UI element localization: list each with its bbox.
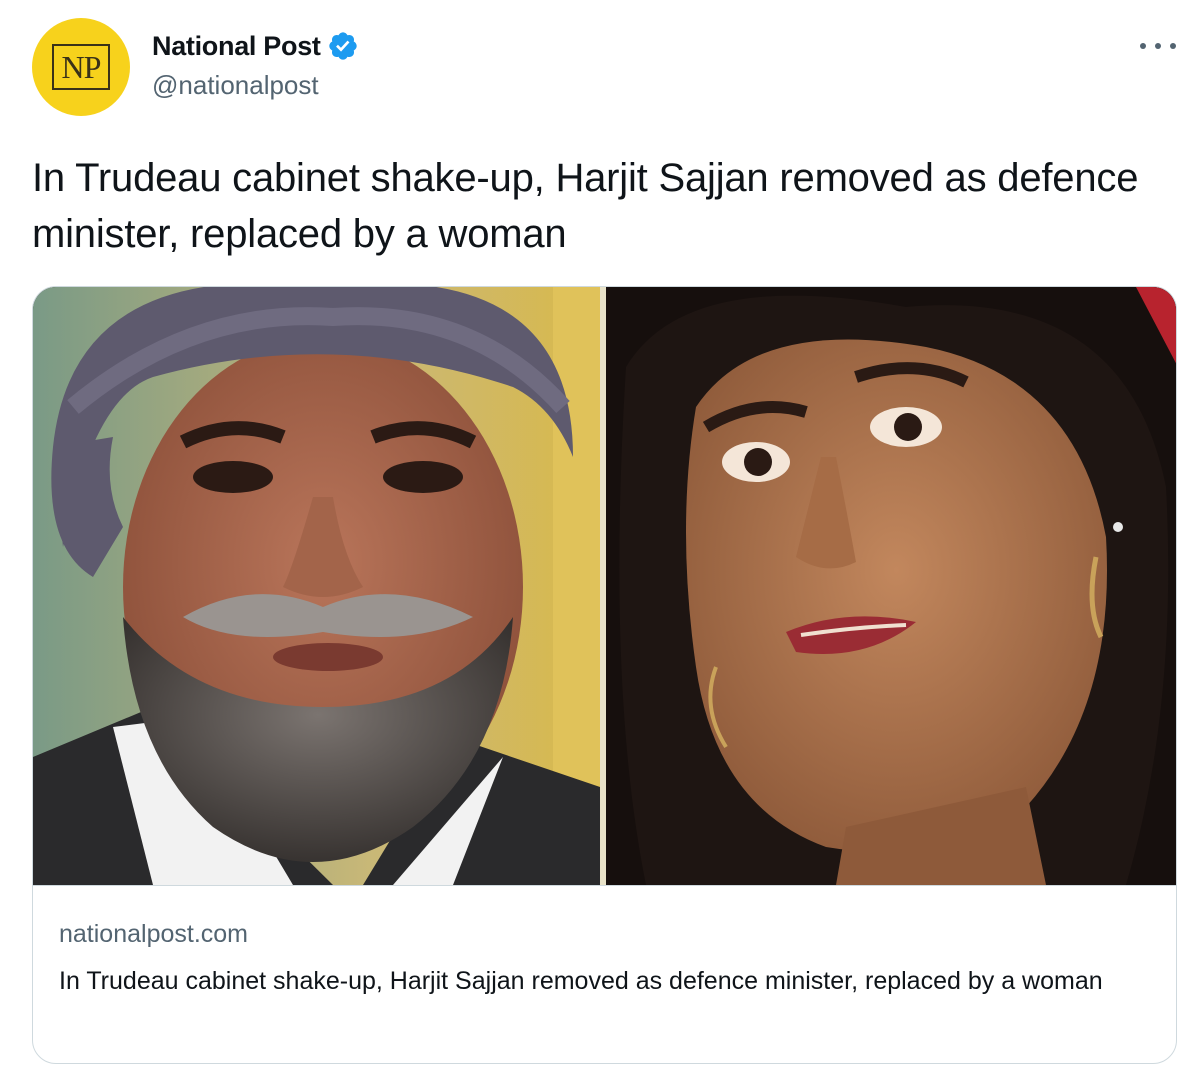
photo-woman-speaking	[606, 287, 1176, 885]
card-media[interactable]	[33, 287, 1176, 885]
author-name[interactable]: National Post	[152, 31, 321, 62]
card-title: In Trudeau cabinet shake-up, Harjit Sajj…	[59, 967, 1103, 995]
author-name-row[interactable]: National Post	[152, 28, 359, 64]
more-dot	[1155, 43, 1161, 49]
author-avatar[interactable]: NP	[32, 18, 130, 116]
tweet: NP National Post @nationalpost In Trudea…	[0, 0, 1200, 1081]
card-meta[interactable]: nationalpost.com In Trudeau cabinet shak…	[33, 885, 1176, 995]
card-domain: nationalpost.com	[59, 920, 249, 948]
more-dot	[1170, 43, 1176, 49]
link-card[interactable]: nationalpost.com In Trudeau cabinet shak…	[32, 286, 1177, 1064]
avatar-logo: NP	[52, 44, 110, 90]
tweet-text: In Trudeau cabinet shake-up, Harjit Sajj…	[32, 156, 1139, 256]
verified-badge-icon	[328, 32, 357, 60]
more-dot	[1140, 43, 1146, 49]
more-horizontal-icon[interactable]	[1140, 36, 1176, 56]
photo-man-turban	[33, 287, 600, 885]
author-handle[interactable]: @nationalpost	[152, 70, 319, 101]
